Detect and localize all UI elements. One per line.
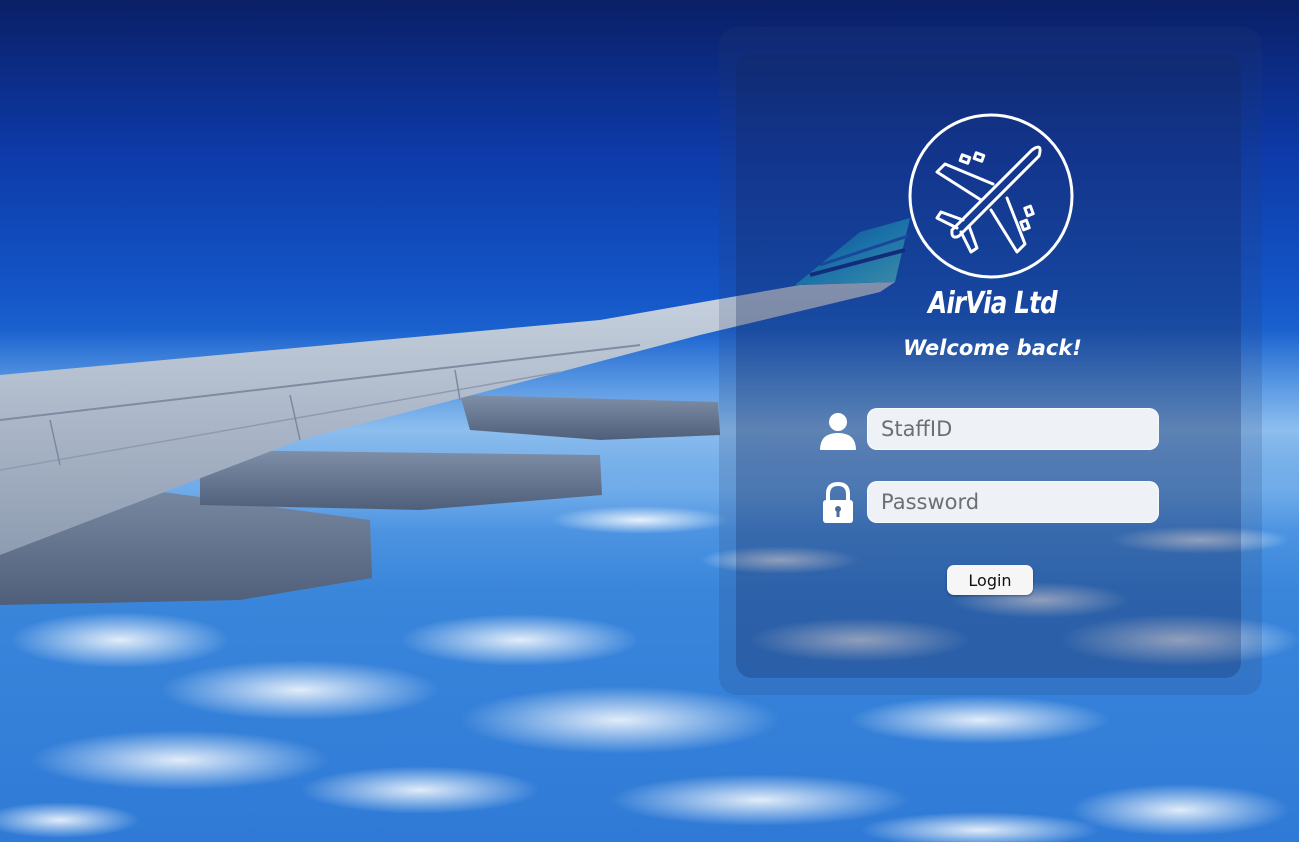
lock-icon bbox=[823, 481, 853, 523]
staff-id-input[interactable] bbox=[867, 408, 1159, 450]
login-button[interactable]: Login bbox=[947, 565, 1033, 595]
login-screen: AirVia Ltd Welcome back! Login bbox=[0, 0, 1299, 842]
brand-name: AirVia Ltd bbox=[928, 286, 1057, 321]
password-input[interactable] bbox=[867, 481, 1159, 523]
user-icon bbox=[820, 413, 856, 450]
airplane-circle-logo-icon bbox=[908, 113, 1074, 279]
welcome-heading: Welcome back! bbox=[903, 336, 1082, 360]
